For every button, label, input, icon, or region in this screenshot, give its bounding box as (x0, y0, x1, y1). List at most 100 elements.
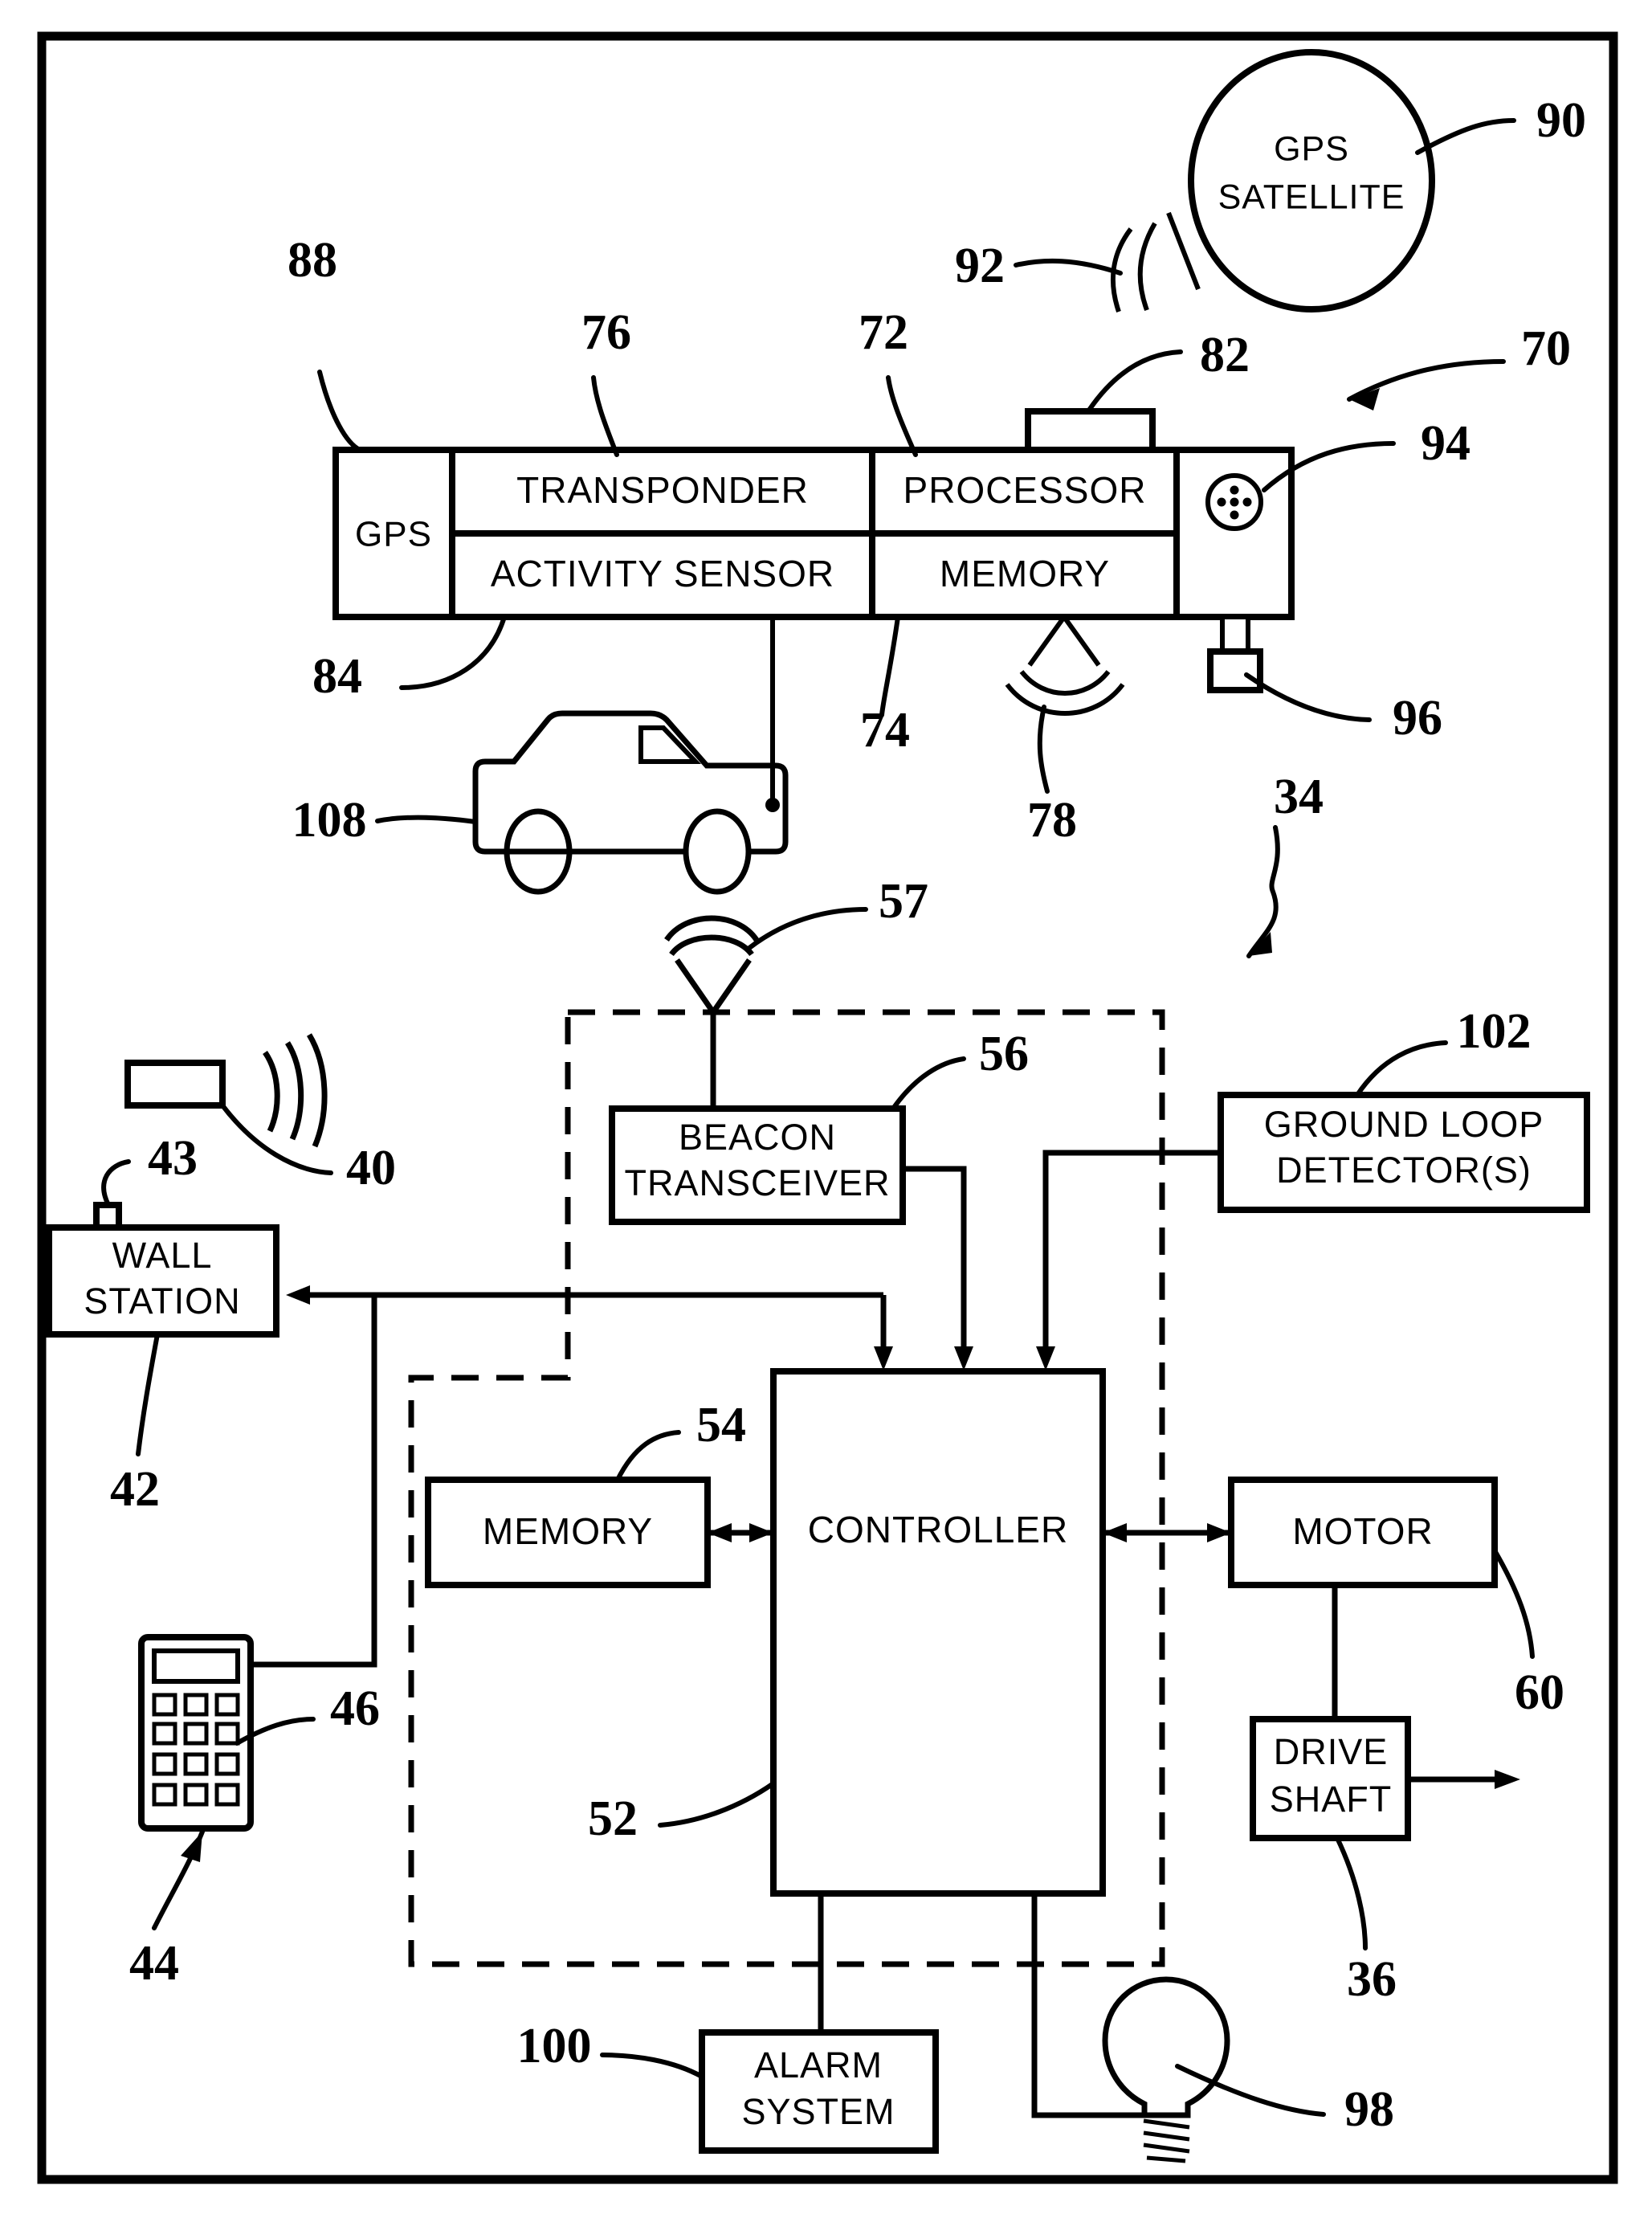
motor-link-arrow-right (1207, 1523, 1231, 1542)
light-bulb-icon (1102, 1976, 1230, 2118)
ref-num-54: 54 (696, 1398, 746, 1452)
remote-transmitter-icon (124, 1060, 226, 1109)
ref-lead-102 (1355, 1040, 1448, 1097)
rf-wave-arc-inner (1137, 222, 1157, 312)
ref-num-98: 98 (1344, 2082, 1394, 2137)
bulb-thread-1 (1143, 2118, 1190, 2130)
ground-loop-label-line1: GROUND LOOP (1264, 1104, 1544, 1145)
ref-num-78: 78 (1027, 793, 1077, 848)
ref-num-92: 92 (955, 239, 1005, 293)
connector-stem-96 (1220, 615, 1250, 654)
ref-num-74: 74 (860, 703, 910, 758)
ref-arrow-44 (181, 1832, 202, 1862)
groundloop-to-controller-arrow (1036, 1346, 1055, 1370)
ref-lead-34 (1246, 825, 1280, 958)
ref-lead-76 (591, 375, 619, 457)
ref-num-44: 44 (129, 1936, 179, 1991)
beacon-to-controller-arrow (954, 1346, 973, 1370)
ref-lead-43 (101, 1159, 131, 1207)
speaker-dot-4 (1242, 497, 1252, 507)
antenna-wave-arc-1 (669, 934, 754, 957)
drive-shaft-label-line2: SHAFT (1270, 1779, 1393, 1820)
keypad-key[interactable] (183, 1722, 209, 1746)
ref-lead-54 (615, 1430, 681, 1482)
ref-lead-74 (879, 615, 900, 717)
ir-wave-arc-1 (1019, 670, 1111, 696)
ir-beam-left (1027, 615, 1067, 667)
ref-num-108: 108 (292, 793, 367, 848)
keypad-key[interactable] (214, 1783, 240, 1807)
memory-link-arrow-right (749, 1523, 773, 1542)
keypad-key[interactable] (183, 1752, 209, 1776)
ref-num-84: 84 (312, 649, 362, 704)
ref-num-96: 96 (1393, 691, 1442, 745)
wall-station-label-line2: STATION (84, 1281, 240, 1321)
gps-block-label: GPS (355, 515, 432, 554)
ref-lead-60 (1492, 1548, 1535, 1659)
speaker-dot-5 (1230, 510, 1239, 520)
gps-satellite-label-line2: SATELLITE (1218, 178, 1405, 216)
wallstation-bus-down-arrow (874, 1346, 893, 1370)
keypad-key[interactable] (152, 1722, 177, 1746)
rf-beam-line (1166, 211, 1201, 291)
keypad-key[interactable] (152, 1752, 177, 1776)
vehicle-connection-dot (765, 798, 780, 812)
ref-lead-92 (1014, 258, 1123, 276)
ref-lead-108 (375, 815, 478, 824)
memory-bottom-label: MEMORY (483, 1510, 653, 1552)
speaker-dot-2 (1217, 497, 1226, 507)
antenna-stub-82 (1025, 408, 1156, 453)
bulb-thread-3 (1143, 2143, 1190, 2154)
beacon-transceiver-label-line2: TRANSCEIVER (624, 1162, 890, 1203)
ref-num-82: 82 (1200, 328, 1250, 382)
ref-num-72: 72 (859, 305, 908, 360)
ref-lead-72 (886, 375, 918, 457)
ref-lead-56 (891, 1056, 966, 1111)
beacon-antenna-icon (675, 958, 752, 1018)
patent-figure-page: GPS SATELLITE 90 92 70 GPS TRANSPONDER P… (0, 0, 1652, 2214)
alarm-system-label-line2: SYSTEM (741, 2091, 895, 2132)
alarm-system-label-line1: ALARM (754, 2044, 883, 2085)
keypad-key[interactable] (183, 1783, 209, 1807)
diagram-canvas: GPS SATELLITE 90 92 70 GPS TRANSPONDER P… (37, 31, 1618, 2184)
ref-num-90: 90 (1536, 93, 1586, 148)
remote-wave-arc-1 (263, 1051, 280, 1133)
beacon-transceiver-label-line1: BEACON (679, 1117, 836, 1158)
keypad-key[interactable] (183, 1693, 209, 1717)
ir-beam-right (1062, 615, 1101, 667)
ref-lead-78 (1037, 705, 1050, 794)
truck-rear-wheel (683, 808, 752, 895)
wallstation-bus-arrow (286, 1285, 310, 1305)
keypad-key[interactable] (214, 1693, 240, 1717)
groundloop-to-controller-line (1042, 1150, 1221, 1358)
keypad-key[interactable] (214, 1722, 240, 1746)
ref-num-102: 102 (1457, 1004, 1532, 1059)
motor-link-arrow-left (1103, 1523, 1127, 1542)
keypad-key[interactable] (152, 1693, 177, 1717)
ref-lead-96 (1244, 672, 1372, 722)
keypad-display (152, 1648, 240, 1684)
ref-num-56: 56 (979, 1027, 1029, 1081)
ref-num-57: 57 (879, 874, 928, 929)
ref-lead-100 (600, 2053, 704, 2079)
keypad-key[interactable] (214, 1752, 240, 1776)
ref-arrow-34 (1249, 932, 1272, 956)
connector-box-96 (1207, 648, 1263, 693)
remote-wave-arc-3 (306, 1033, 328, 1148)
ref-lead-82 (1086, 349, 1183, 414)
ref-num-60: 60 (1515, 1665, 1564, 1720)
ref-num-36: 36 (1347, 1952, 1397, 2007)
bulb-thread-4 (1146, 2155, 1186, 2163)
remote-wave-arc-2 (284, 1041, 304, 1141)
controller-label: CONTROLLER (808, 1509, 1068, 1550)
speaker-dot-1 (1230, 485, 1239, 495)
ref-lead-90 (1415, 118, 1516, 155)
ref-num-76: 76 (581, 305, 631, 360)
ref-num-94: 94 (1421, 416, 1470, 471)
transponder-block-label: TRANSPONDER (516, 469, 809, 511)
processor-block-label: PROCESSOR (904, 469, 1147, 511)
activity-sensor-block-label: ACTIVITY SENSOR (491, 553, 834, 594)
wall-station-label-line1: WALL (112, 1235, 213, 1276)
bulb-thread-2 (1143, 2130, 1190, 2142)
keypad-key[interactable] (152, 1783, 177, 1807)
